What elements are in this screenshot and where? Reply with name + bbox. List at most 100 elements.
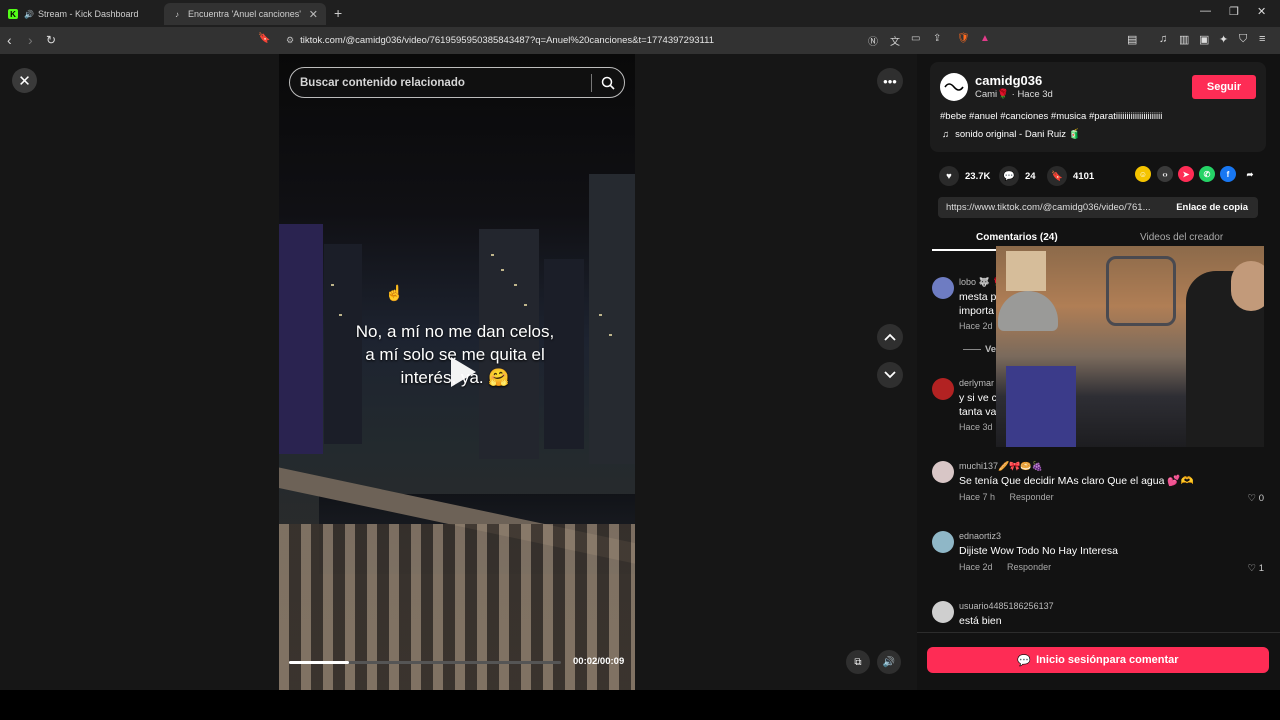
post-link[interactable]: https://www.tiktok.com/@camidg036/video/… bbox=[938, 202, 1166, 213]
building bbox=[589, 174, 635, 464]
comment-line: y si ve c bbox=[959, 392, 997, 404]
close-tab-icon[interactable]: ✕ bbox=[309, 8, 318, 21]
restore-icon[interactable]: ❐ bbox=[1229, 5, 1239, 18]
search-icon[interactable] bbox=[592, 76, 624, 90]
sound-row[interactable]: ♫ sonido original - Dani Ruiz 🧃 bbox=[942, 129, 1080, 140]
heart-icon: ♥ bbox=[939, 166, 959, 186]
caption-line: No, a mí no me dan celos, bbox=[355, 322, 555, 341]
video-progress-bar[interactable] bbox=[289, 661, 561, 664]
embed-icon[interactable]: ‹› bbox=[1157, 166, 1173, 182]
second-person-head bbox=[1231, 261, 1264, 311]
progress-fill bbox=[289, 661, 349, 664]
bookmark-icon: 🔖 bbox=[1047, 166, 1067, 186]
creator-avatar[interactable] bbox=[940, 73, 968, 101]
emoji-share-icon[interactable]: ☺ bbox=[1135, 166, 1151, 182]
comment-like[interactable]: ♡ 0 bbox=[1248, 493, 1264, 504]
volume-button[interactable]: 🔊 bbox=[877, 650, 901, 674]
more-options-button[interactable]: ••• bbox=[877, 68, 903, 94]
volume-icon: 🔊 bbox=[882, 656, 896, 668]
comment-stat[interactable]: 💬 24 bbox=[999, 166, 1036, 186]
whatsapp-icon[interactable]: ✆ bbox=[1199, 166, 1215, 182]
comment-time: Hace 2d bbox=[959, 562, 993, 572]
menu-icon[interactable]: ≡ bbox=[1259, 33, 1265, 45]
like-stat[interactable]: ♥ 23.7K bbox=[939, 166, 990, 186]
pip-button[interactable]: ⧉ bbox=[846, 650, 870, 674]
building bbox=[279, 224, 323, 454]
copy-link-button[interactable]: Enlace de copia bbox=[1166, 202, 1258, 213]
picture-in-picture-icon: ⧉ bbox=[854, 656, 862, 668]
sidebar-toggle-icon[interactable]: ▤ bbox=[1127, 33, 1137, 46]
commenter-avatar[interactable] bbox=[932, 461, 954, 483]
comment-text: mesta p importa bbox=[959, 290, 996, 318]
leo-ai-icon[interactable]: ✦ bbox=[1219, 33, 1228, 46]
close-video-button[interactable]: ✕ bbox=[12, 68, 37, 93]
reload-icon[interactable]: ↻ bbox=[46, 32, 56, 48]
heart-outline-icon: ♡ bbox=[1247, 563, 1257, 574]
comment-time: Hace 7 h bbox=[959, 492, 996, 502]
share-page-icon[interactable]: ⇪ bbox=[933, 33, 941, 44]
chevron-down-icon bbox=[884, 371, 896, 379]
commenter-avatar[interactable] bbox=[932, 601, 954, 623]
sound-name: sonido original - Dani Ruiz 🧃 bbox=[955, 129, 1081, 140]
translate-icon[interactable]: 文 bbox=[890, 33, 900, 48]
commenter-avatar[interactable] bbox=[932, 378, 954, 400]
comment-like[interactable]: ♡ 1 bbox=[1248, 563, 1264, 574]
related-search-input[interactable] bbox=[290, 76, 591, 89]
commenter-avatar[interactable] bbox=[932, 531, 954, 553]
send-icon[interactable]: ➤ bbox=[1178, 166, 1194, 182]
follow-button[interactable]: Seguir bbox=[1192, 75, 1256, 99]
kick-logo-icon: K bbox=[8, 9, 18, 19]
reply-button[interactable]: Responder bbox=[1010, 492, 1054, 502]
save-stat[interactable]: 🔖 4101 bbox=[1047, 166, 1094, 186]
reply-button[interactable]: Responder bbox=[1007, 562, 1051, 572]
brave-shield-icon[interactable]: 🛡 bbox=[957, 33, 970, 44]
facebook-icon[interactable]: f bbox=[1220, 166, 1236, 182]
tab-kick-dashboard[interactable]: K 🔊 Stream - Kick Dashboard bbox=[0, 3, 160, 25]
minimize-icon[interactable]: — bbox=[1200, 5, 1211, 17]
previous-video-button[interactable] bbox=[877, 324, 903, 350]
bookmark-icon[interactable]: 🔖 bbox=[258, 33, 270, 44]
reader-icon[interactable]: ▥ bbox=[1179, 33, 1189, 46]
copy-link-row: https://www.tiktok.com/@camidg036/video/… bbox=[938, 197, 1258, 218]
comment-time: Hace 3d bbox=[959, 422, 993, 432]
commenter-avatar[interactable] bbox=[932, 277, 954, 299]
post-hashtags[interactable]: #bebe #anuel #canciones #musica #paratii… bbox=[940, 111, 1162, 122]
share-arrow-icon[interactable]: ➦ bbox=[1242, 166, 1258, 182]
comment-line: mesta p bbox=[959, 291, 997, 303]
commenter-name[interactable]: ednaortiz3 bbox=[959, 531, 1001, 541]
tab-comments[interactable]: Comentarios (24) bbox=[976, 232, 1058, 243]
close-icon: ✕ bbox=[18, 72, 31, 90]
back-icon[interactable]: ‹ bbox=[7, 32, 12, 48]
address-bar-row: ‹ › ↻ 🔖 ⚙ tiktok.com/@camidg036/video/76… bbox=[0, 27, 1280, 54]
tab-creator-videos[interactable]: Videos del creador bbox=[1140, 232, 1223, 243]
vpn-icon[interactable]: ⛉ bbox=[1239, 33, 1247, 46]
forward-icon[interactable]: › bbox=[28, 32, 33, 48]
tab-tiktok-search[interactable]: ♪ Encuentra 'Anuel canciones' en T ✕ bbox=[164, 3, 326, 25]
cast-icon[interactable]: ▭ bbox=[911, 33, 920, 44]
login-to-comment-button[interactable]: 💬 Inicio sesiónpara comentar bbox=[927, 647, 1269, 673]
related-search-bar[interactable] bbox=[289, 67, 625, 98]
avatar-logo-icon bbox=[944, 83, 964, 91]
creator-subline: Cami🌹 · Hace 3d bbox=[975, 89, 1053, 100]
view-replies-button[interactable]: Ve bbox=[985, 344, 996, 355]
close-window-icon[interactable]: ✕ bbox=[1257, 5, 1266, 18]
creator-username[interactable]: camidg036 bbox=[975, 73, 1042, 88]
heart-outline-icon: ♡ bbox=[1247, 493, 1257, 504]
rewards-icon[interactable]: ▲ bbox=[980, 33, 990, 44]
webcam-overlay bbox=[996, 246, 1264, 447]
no-translate-icon[interactable]: Ⓝ bbox=[868, 33, 878, 48]
comment-text: Dijiste Wow Todo No Hay Interesa bbox=[959, 545, 1118, 557]
comment-line: importa bbox=[959, 305, 995, 317]
wallet-icon[interactable]: ▣ bbox=[1199, 33, 1209, 46]
taskbar-strip bbox=[0, 690, 1280, 720]
next-video-button[interactable] bbox=[877, 362, 903, 388]
url-text: tiktok.com/@camidg036/video/761959595038… bbox=[300, 35, 714, 46]
new-tab-button[interactable]: + bbox=[334, 5, 342, 21]
commenter-name[interactable]: usuario4485186256137 bbox=[959, 601, 1054, 611]
site-info-icon[interactable]: ⚙ bbox=[286, 35, 294, 46]
play-icon[interactable] bbox=[441, 352, 481, 392]
media-icon[interactable]: ♫ bbox=[1159, 33, 1167, 45]
commenter-name[interactable]: muchi137🥖🎀🥯🍇 bbox=[959, 461, 1043, 472]
commenter-name[interactable]: derlymar bbox=[959, 378, 994, 388]
save-count: 4101 bbox=[1073, 170, 1095, 182]
